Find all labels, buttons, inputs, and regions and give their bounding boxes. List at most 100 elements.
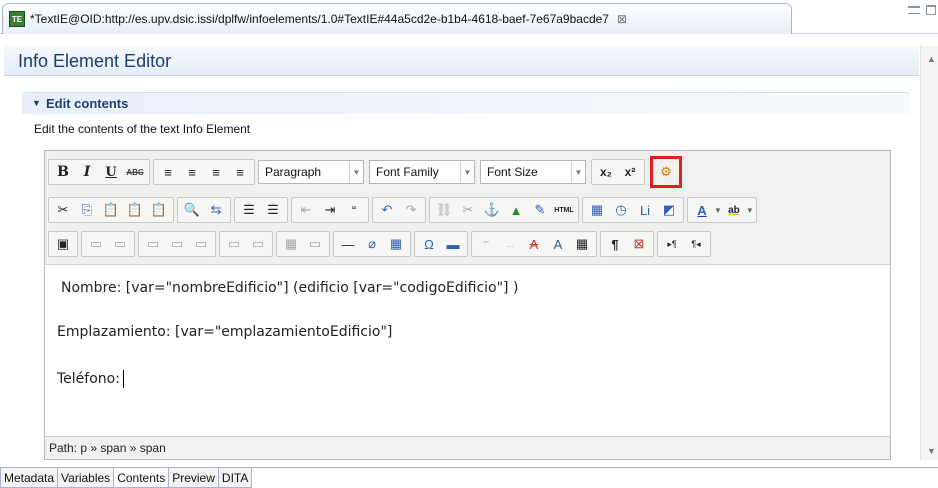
insert-col-before-button[interactable]: ▭ [223, 233, 245, 255]
unlink-button[interactable]: ✂ [457, 199, 479, 221]
insert-field-button[interactable]: ▬ [442, 233, 464, 255]
chevron-down-icon[interactable]: ▼ [714, 206, 722, 215]
toolbar-row-1: B I U ABC ≡ ≡ ≡ ≡ Paragraph ▼ Font Famil… [48, 156, 682, 188]
superscript-button[interactable]: x² [619, 161, 641, 183]
strikethrough-button[interactable]: ABC [124, 161, 146, 183]
abbreviation-button[interactable]: ... [499, 233, 521, 255]
replace-button[interactable]: ⇆ [205, 199, 227, 221]
tab-metadata[interactable]: Metadata [0, 468, 59, 488]
table-row-props-button[interactable]: ▭ [85, 233, 107, 255]
delete-row-button[interactable]: ▭ [190, 233, 212, 255]
editor-tab[interactable]: TE *TextIE@OID:http://es.upv.dsic.issi/d… [2, 3, 792, 34]
blockquote-button[interactable]: “ [343, 199, 365, 221]
delete-text-button[interactable]: A [523, 233, 545, 255]
editor-content-area[interactable]: Nombre: [var="nombreEdificio"] (edificio… [45, 266, 890, 434]
insert-row-before-button[interactable]: ▭ [142, 233, 164, 255]
misc-group: — ⌀ ▦ [333, 231, 411, 257]
script-group: x₂ x² [591, 159, 645, 185]
numbered-list-button[interactable]: ☰ [262, 199, 284, 221]
paragraph-select[interactable]: Paragraph ▼ [258, 160, 364, 184]
align-justify-button[interactable]: ≡ [229, 161, 251, 183]
content-line-telefono[interactable]: Teléfono: [57, 370, 124, 388]
editor-toolbar: B I U ABC ≡ ≡ ≡ ≡ Paragraph ▼ Font Famil… [45, 151, 890, 265]
table-group-3: ▭ ▭ ▭ [138, 231, 216, 257]
paste-word-button[interactable]: 📋 [148, 199, 170, 221]
minimize-icon[interactable] [908, 6, 920, 14]
insert-text-button[interactable]: A [547, 233, 569, 255]
align-right-button[interactable]: ≡ [205, 161, 227, 183]
section-header[interactable]: ▼ Edit contents [22, 92, 910, 114]
attributes-button[interactable]: ▦ [571, 233, 593, 255]
content-line-nombre[interactable]: Nombre: [var="nombreEdificio"] (edificio… [61, 280, 518, 296]
scroll-up-icon[interactable]: ▲ [927, 54, 936, 64]
paste-button[interactable]: 📋 [100, 199, 122, 221]
chevron-down-icon[interactable]: ▼ [746, 206, 754, 215]
rtl-button[interactable]: ¶◂ [685, 233, 707, 255]
scroll-down-icon[interactable]: ▼ [927, 446, 936, 456]
merge-cells-button[interactable]: ▭ [304, 233, 326, 255]
underline-button[interactable]: U [100, 161, 122, 183]
image-button[interactable]: ▲ [505, 199, 527, 221]
content-line-emplazamiento[interactable]: Emplazamiento: [var="emplazamientoEdific… [57, 324, 392, 340]
maximize-icon[interactable] [926, 5, 936, 15]
cite-button[interactable]: “” [475, 233, 497, 255]
insert-date-button[interactable]: ▦ [586, 199, 608, 221]
anchor-button[interactable]: ⚓ [481, 199, 503, 221]
toolbar-row-3: ▣ ▭ ▭ ▭ ▭ ▭ ▭ ▭ ▦ ▭ — ⌀ ▦ Ω ▬ “” ... A A… [48, 231, 714, 257]
bullet-list-button[interactable]: ☰ [238, 199, 260, 221]
special-char-button[interactable]: Ω [418, 233, 440, 255]
horizontal-rule-button[interactable]: — [337, 233, 359, 255]
font-family-select[interactable]: Font Family ▼ [369, 160, 475, 184]
indent-group: ⇤ ⇥ “ [291, 197, 369, 223]
undo-button[interactable]: ↶ [376, 199, 398, 221]
table-cell-props-button[interactable]: ▭ [109, 233, 131, 255]
tab-variables[interactable]: Variables [57, 468, 115, 488]
outdent-button[interactable]: ⇤ [295, 199, 317, 221]
text-color-button[interactable]: A [691, 199, 713, 221]
align-center-button[interactable]: ≡ [181, 161, 203, 183]
font-size-select[interactable]: Font Size ▼ [480, 160, 586, 184]
highlight-color-button[interactable]: ab [723, 199, 745, 221]
insert-list-item-button[interactable]: Li [634, 199, 656, 221]
link-group: ⛓ ✂ ⚓ ▲ ✎ HTML [429, 197, 579, 223]
link-button[interactable]: ⛓ [433, 199, 455, 221]
page-tabs: Metadata Variables Contents Preview DITA [0, 468, 253, 488]
editor-tab-title: *TextIE@OID:http://es.upv.dsic.issi/dplf… [30, 12, 609, 26]
copy-button[interactable]: ⎘ [76, 199, 98, 221]
preview-button[interactable]: ◩ [658, 199, 680, 221]
history-group: ↶ ↷ [372, 197, 426, 223]
cut-button[interactable]: ✂ [52, 199, 74, 221]
bold-button[interactable]: B [52, 161, 74, 183]
redo-button[interactable]: ↷ [400, 199, 422, 221]
visual-aid-button[interactable]: ▦ [385, 233, 407, 255]
search-group: 🔍 ⇆ [177, 197, 231, 223]
tab-dita[interactable]: DITA [217, 468, 253, 488]
nonbreaking-button[interactable]: ⊠ [628, 233, 650, 255]
tab-preview[interactable]: Preview [168, 468, 219, 488]
expand-collapse-icon[interactable]: ▼ [32, 98, 41, 108]
text-element-icon: TE [9, 11, 25, 27]
paste-text-button[interactable]: 📋 [124, 199, 146, 221]
highlight-box: ⚙ [650, 156, 682, 188]
indent-button[interactable]: ⇥ [319, 199, 341, 221]
edit-table-button[interactable]: ▣ [52, 233, 74, 255]
citation-group: “” ... A A ▦ [471, 231, 597, 257]
vertical-scrollbar[interactable] [920, 46, 938, 460]
insert-variable-button[interactable]: ⚙ [655, 161, 677, 183]
ltr-button[interactable]: ▸¶ [661, 233, 683, 255]
cleanup-button[interactable]: ✎ [529, 199, 551, 221]
subscript-button[interactable]: x₂ [595, 161, 617, 183]
insert-time-button[interactable]: ◷ [610, 199, 632, 221]
insert-row-after-button[interactable]: ▭ [166, 233, 188, 255]
close-icon[interactable]: ⊠ [617, 12, 627, 26]
tab-contents[interactable]: Contents [113, 468, 170, 488]
italic-button[interactable]: I [76, 161, 98, 183]
html-button[interactable]: HTML [553, 199, 575, 221]
split-cells-button[interactable]: ▦ [280, 233, 302, 255]
show-blocks-button[interactable]: ¶ [604, 233, 626, 255]
insert-col-after-button[interactable]: ▭ [247, 233, 269, 255]
table-group-5: ▦ ▭ [276, 231, 330, 257]
find-button[interactable]: 🔍 [181, 199, 203, 221]
align-left-button[interactable]: ≡ [157, 161, 179, 183]
remove-format-button[interactable]: ⌀ [361, 233, 383, 255]
